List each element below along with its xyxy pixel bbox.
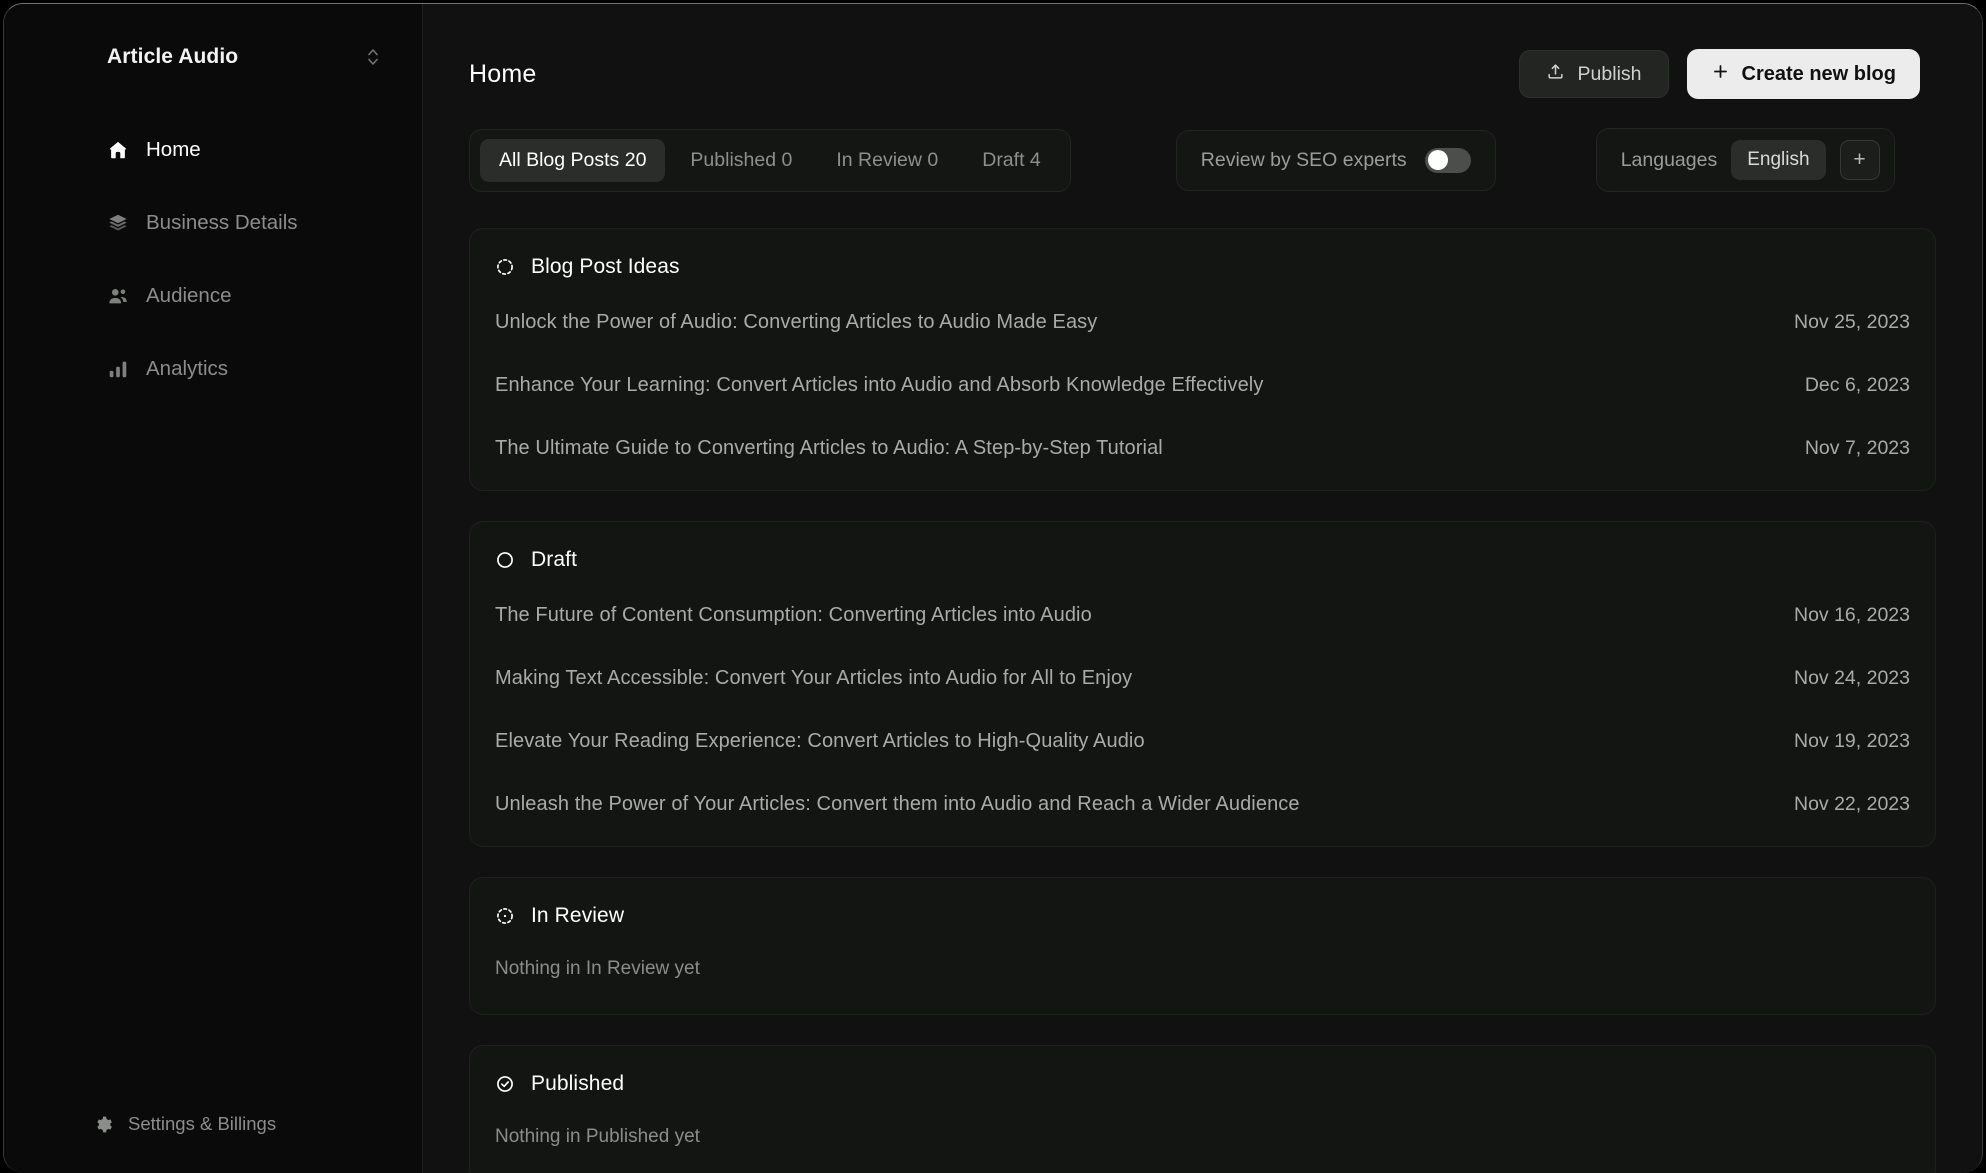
empty-state-text: Nothing in Published yet <box>494 1108 1911 1172</box>
row-date: Nov 16, 2023 <box>1794 604 1910 627</box>
home-icon <box>107 139 129 161</box>
workspace-switcher[interactable]: Article Audio <box>4 4 422 70</box>
row-title: The Future of Content Consumption: Conve… <box>495 604 1092 627</box>
filter-bar: All Blog Posts 20 Published 0 In Review … <box>423 104 1982 192</box>
tab-draft[interactable]: Draft 4 <box>963 139 1060 182</box>
row-title: Making Text Accessible: Convert Your Art… <box>495 667 1132 690</box>
bar-chart-icon <box>107 358 129 380</box>
sidebar-item-label: Audience <box>146 284 231 308</box>
row-date: Nov 19, 2023 <box>1794 730 1910 753</box>
sidebar-item-label: Home <box>146 138 201 162</box>
seo-review-toggle[interactable] <box>1425 148 1471 173</box>
section-card-published: Published Nothing in Published yet <box>469 1045 1936 1173</box>
users-icon <box>107 285 129 307</box>
section-card-draft: Draft The Future of Content Consumption:… <box>469 521 1936 847</box>
table-row[interactable]: The Future of Content Consumption: Conve… <box>494 584 1911 647</box>
sidebar-nav: Home Business Details <box>4 130 422 422</box>
top-actions: Publish Create new blog <box>1519 49 1920 99</box>
table-row[interactable]: Elevate Your Reading Experience: Convert… <box>494 710 1911 773</box>
section-header: Draft <box>494 548 1911 584</box>
table-row[interactable]: Unleash the Power of Your Articles: Conv… <box>494 773 1911 836</box>
check-circle-icon <box>494 1073 516 1095</box>
main-content: Home Publish <box>423 4 1982 1173</box>
row-date: Nov 24, 2023 <box>1794 667 1910 690</box>
chevron-up-down-icon[interactable] <box>362 44 384 70</box>
status-tabs: All Blog Posts 20 Published 0 In Review … <box>469 129 1071 192</box>
seo-review-label: Review by SEO experts <box>1201 149 1407 172</box>
row-date: Nov 22, 2023 <box>1794 793 1910 816</box>
dashed-circle-icon <box>494 256 516 278</box>
section-title: Draft <box>531 548 577 572</box>
tab-all-blog-posts[interactable]: All Blog Posts 20 <box>480 139 665 182</box>
table-row[interactable]: Unlock the Power of Audio: Converting Ar… <box>494 291 1911 354</box>
sidebar-item-analytics[interactable]: Analytics <box>4 349 422 389</box>
sidebar: Article Audio Home <box>4 4 423 1173</box>
sidebar-footer-label: Settings & Billings <box>128 1113 276 1135</box>
languages-label: Languages <box>1621 149 1718 172</box>
top-bar: Home Publish <box>423 4 1982 104</box>
page-title: Home <box>469 60 537 89</box>
add-language-button[interactable]: + <box>1840 140 1880 180</box>
sidebar-footer: Settings & Billings <box>4 1113 422 1173</box>
create-new-blog-button[interactable]: Create new blog <box>1687 49 1920 99</box>
toggle-knob <box>1428 150 1448 170</box>
sections-list: Blog Post Ideas Unlock the Power of Audi… <box>423 192 1982 1173</box>
row-date: Nov 25, 2023 <box>1794 311 1910 334</box>
table-row[interactable]: The Ultimate Guide to Converting Article… <box>494 417 1911 480</box>
empty-state-text: Nothing in In Review yet <box>494 940 1911 1004</box>
section-header: Blog Post Ideas <box>494 255 1911 291</box>
layers-icon <box>107 212 129 234</box>
section-card-in-review: In Review Nothing in In Review yet <box>469 877 1936 1015</box>
seo-review-control: Review by SEO experts <box>1176 130 1496 191</box>
row-date: Nov 7, 2023 <box>1805 437 1910 460</box>
row-title: The Ultimate Guide to Converting Article… <box>495 437 1163 460</box>
dashed-circle-dot-icon <box>494 905 516 927</box>
row-title: Enhance Your Learning: Convert Articles … <box>495 374 1263 397</box>
section-header: In Review <box>494 904 1911 940</box>
gear-icon <box>92 1113 114 1135</box>
row-title: Unlock the Power of Audio: Converting Ar… <box>495 311 1097 334</box>
row-title: Unleash the Power of Your Articles: Conv… <box>495 793 1300 816</box>
publish-button[interactable]: Publish <box>1519 50 1669 98</box>
row-title: Elevate Your Reading Experience: Convert… <box>495 730 1145 753</box>
table-row[interactable]: Making Text Accessible: Convert Your Art… <box>494 647 1911 710</box>
table-row[interactable]: Enhance Your Learning: Convert Articles … <box>494 354 1911 417</box>
app-window: Article Audio Home <box>3 3 1983 1173</box>
sidebar-item-home[interactable]: Home <box>4 130 422 170</box>
sidebar-item-label: Business Details <box>146 211 298 235</box>
publish-label: Publish <box>1578 63 1642 86</box>
section-title: Blog Post Ideas <box>531 255 680 279</box>
row-date: Dec 6, 2023 <box>1805 374 1910 397</box>
create-new-blog-label: Create new blog <box>1742 63 1896 86</box>
sidebar-item-label: Analytics <box>146 357 228 381</box>
section-card-blog-post-ideas: Blog Post Ideas Unlock the Power of Audi… <box>469 228 1936 491</box>
tab-in-review[interactable]: In Review 0 <box>817 139 957 182</box>
language-selected-english[interactable]: English <box>1731 140 1825 180</box>
section-title: In Review <box>531 904 624 928</box>
section-title: Published <box>531 1072 624 1096</box>
sidebar-item-settings-billings[interactable]: Settings & Billings <box>92 1113 422 1135</box>
section-header: Published <box>494 1072 1911 1108</box>
sidebar-item-business-details[interactable]: Business Details <box>4 203 422 243</box>
upload-icon <box>1546 62 1565 87</box>
circle-icon <box>494 549 516 571</box>
plus-icon <box>1711 62 1730 87</box>
sidebar-item-audience[interactable]: Audience <box>4 276 422 316</box>
languages-control: Languages English + <box>1596 128 1895 192</box>
workspace-name: Article Audio <box>107 45 238 69</box>
tab-published[interactable]: Published 0 <box>671 139 811 182</box>
